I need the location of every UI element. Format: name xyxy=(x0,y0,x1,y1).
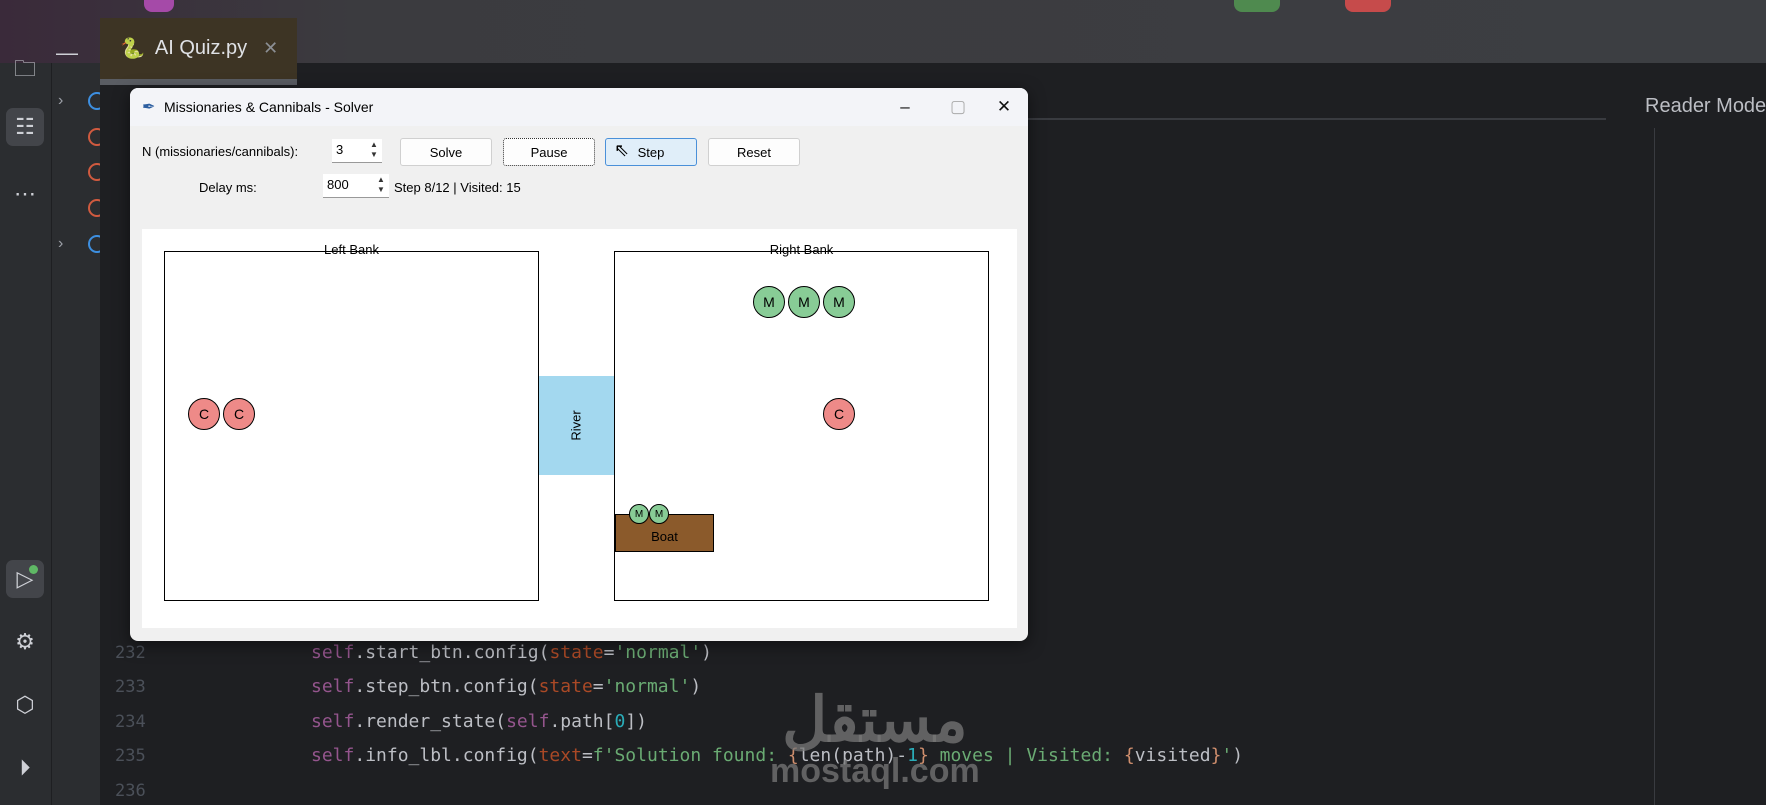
pause-button[interactable]: Pause xyxy=(503,138,595,166)
left-bank-label: Left Bank xyxy=(324,242,379,257)
missionary-token-in-boat: M xyxy=(629,504,649,524)
n-label: N (missionaries/cannibals): xyxy=(142,144,299,159)
line-number: 233 xyxy=(115,677,146,698)
tab-ai-quiz[interactable]: 🐍 AI Quiz.py ✕ xyxy=(100,18,297,85)
cannibal-token: C xyxy=(823,398,855,430)
structure-panel: › › xyxy=(52,63,106,805)
delay-spinbox[interactable]: 800 ▲ ▼ xyxy=(323,174,389,198)
project-folder-icon[interactable]: 🗀 xyxy=(6,52,44,90)
line-number: 236 xyxy=(115,780,146,801)
close-window-button[interactable]: ✕ xyxy=(981,88,1027,126)
n-spinbox[interactable]: 3 ▲ ▼ xyxy=(332,139,382,163)
line-number: 234 xyxy=(115,711,146,732)
python-console-icon[interactable]: ⚙ xyxy=(6,623,44,661)
structure-icon[interactable]: ☷ xyxy=(6,108,44,146)
more-icon[interactable]: ⋯ xyxy=(6,175,44,213)
line-number: 232 xyxy=(115,643,146,663)
taskbar-indicator xyxy=(144,0,174,12)
expand-chevron-icon[interactable]: › xyxy=(58,235,63,253)
reader-mode-button[interactable]: Reader Mode xyxy=(1645,95,1766,118)
divider xyxy=(1000,118,1606,120)
right-bank-label: Right Bank xyxy=(769,242,834,257)
left-bank: Left Bank xyxy=(164,242,539,601)
code-line[interactable]: self.render_state(self.path[0]) xyxy=(311,711,647,732)
maximize-window-button[interactable]: ▢ xyxy=(935,88,981,126)
close-tab-icon[interactable]: ✕ xyxy=(263,38,278,59)
status-label: Step 8/12 | Visited: 15 xyxy=(394,180,521,195)
mouse-cursor-icon: ⇖ xyxy=(614,140,630,160)
river: River xyxy=(539,376,614,475)
services-icon[interactable]: ⏵ xyxy=(6,749,44,787)
delay-label: Delay ms: xyxy=(199,180,257,195)
tab-label: AI Quiz.py xyxy=(154,37,248,59)
puzzle-canvas: Left Bank Right Bank River Boat CCMMMCMM xyxy=(142,229,1017,628)
python-packages-icon[interactable]: ⬡ xyxy=(6,686,44,724)
spin-arrows-icon[interactable]: ▲ ▼ xyxy=(374,175,388,195)
missionary-token: M xyxy=(788,286,820,318)
missionary-token: M xyxy=(753,286,785,318)
taskbar-indicator xyxy=(1234,0,1280,12)
python-file-icon: 🐍 xyxy=(120,38,145,60)
taskbar-indicator xyxy=(1345,0,1391,12)
solve-button[interactable]: Solve xyxy=(400,138,492,166)
minimize-window-button[interactable]: – xyxy=(882,88,928,126)
reset-button[interactable]: Reset xyxy=(708,138,800,166)
code-line[interactable]: self.start_btn.config(state='normal') xyxy=(311,642,712,663)
cannibal-token: C xyxy=(188,398,220,430)
tk-feather-icon: ✒ xyxy=(142,99,156,116)
solver-window: ✒ Missionaries & Cannibals - Solver – ▢ … xyxy=(130,88,1028,641)
missionary-token: M xyxy=(823,286,855,318)
watermark: مستقل mostaql.com xyxy=(770,686,980,790)
activity-bar: 🗀 ☷ ⋯ ▷ ⚙ ⬡ ⏵ xyxy=(0,56,52,805)
line-number: 235 xyxy=(115,746,146,767)
code-line[interactable]: self.step_btn.config(state='normal') xyxy=(311,676,701,697)
window-title: Missionaries & Cannibals - Solver xyxy=(164,99,374,115)
expand-chevron-icon[interactable]: › xyxy=(58,92,63,110)
run-icon[interactable]: ▷ xyxy=(6,560,44,598)
cannibal-token: C xyxy=(223,398,255,430)
spin-arrows-icon[interactable]: ▲ ▼ xyxy=(367,140,381,160)
missionary-token-in-boat: M xyxy=(649,504,669,524)
